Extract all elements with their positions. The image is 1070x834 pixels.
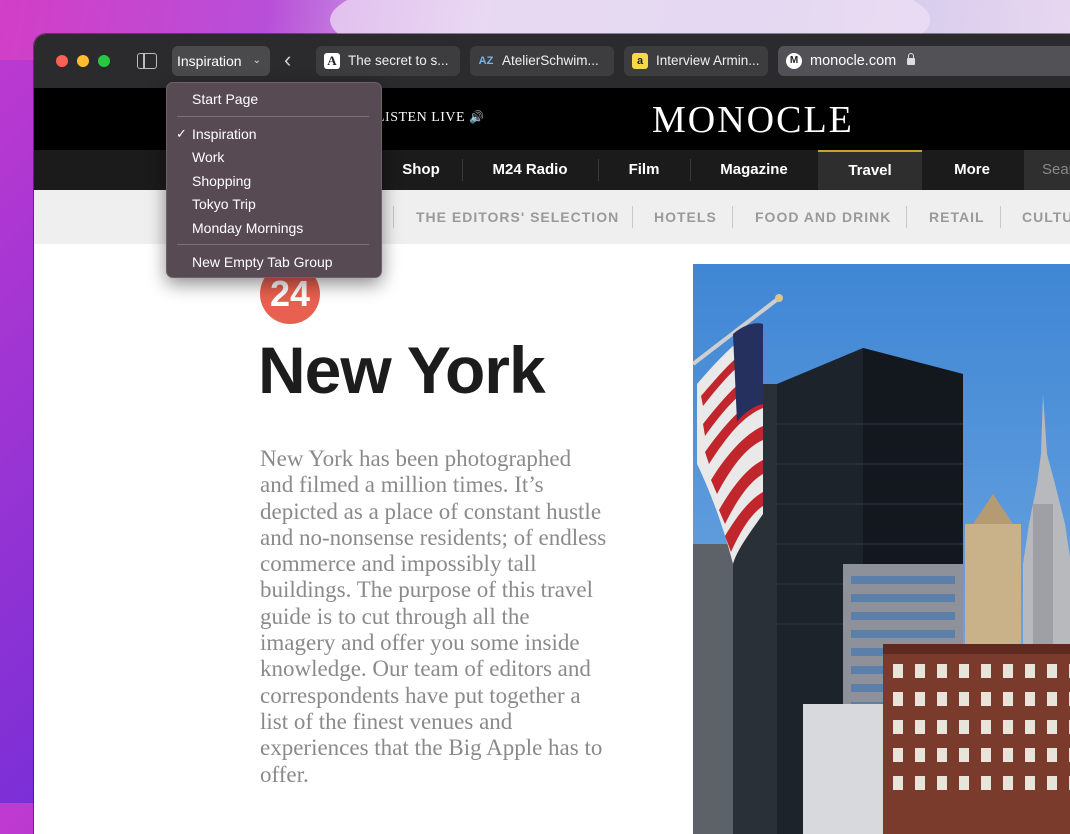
menu-item-work[interactable]: Work [192,149,224,165]
subnav-divider [732,206,733,228]
subnav-culture[interactable]: CULTU [1022,190,1070,244]
tab-title: AtelierSchwim... [502,53,599,68]
tab-2[interactable]: AZ AtelierSchwim... [470,46,614,76]
subnav-divider [906,206,907,228]
minimize-window-button[interactable] [77,55,89,67]
search-input[interactable]: Sear [1024,150,1070,190]
a-favicon: a [632,53,648,69]
sidebar-toggle-icon[interactable] [137,53,157,69]
tab-title: The secret to s... [348,53,449,68]
nav-item-more[interactable]: More [922,150,1022,190]
new-york-photo [693,264,1070,834]
checkmark-icon: ✓ [176,126,187,141]
subnav-retail[interactable]: RETAIL [929,190,985,244]
listen-live-link[interactable]: LISTEN LIVE 🔊 [376,110,485,126]
nav-item-film[interactable]: Film [598,150,690,190]
tab-title: Interview Armin... [656,53,760,68]
tab-1[interactable]: A The secret to s... [316,46,460,76]
address-bar[interactable]: M monocle.com [778,46,1070,76]
AZ-favicon: AZ [478,55,494,67]
nav-item-shop[interactable]: Shop [380,150,462,190]
menu-divider [177,116,369,117]
close-window-button[interactable] [56,55,68,67]
address-text: monocle.com [810,53,897,69]
back-button[interactable]: ‹ [284,48,300,72]
menu-item-tokyo-trip[interactable]: Tokyo Trip [192,196,256,212]
listen-live-label: LISTEN LIVE [376,110,466,125]
tab-group-button[interactable]: Inspiration ⌄ [172,46,270,76]
lock-icon [907,53,916,65]
zoom-window-button[interactable] [98,55,110,67]
chevron-down-icon: ⌄ [252,55,261,66]
nav-item-m24-radio[interactable]: M24 Radio [462,150,598,190]
nav-item-magazine[interactable]: Magazine [690,150,818,190]
subnav-divider [1000,206,1001,228]
article-title: New York [258,333,546,407]
tab-group-label: Inspiration [177,53,242,69]
menu-item-monday-mornings[interactable]: Monday Mornings [192,220,303,236]
tab-group-menu: Start Page ✓ Inspiration Work Shopping T… [166,82,382,278]
subnav-hotels[interactable]: HOTELS [654,190,717,244]
browser-toolbar: Inspiration ⌄ ‹ A The secret to s... AZ … [34,34,1070,88]
menu-item-start-page[interactable]: Start Page [192,91,258,107]
subnav-divider [393,206,394,228]
article-body: New York has been photographed and filme… [260,446,607,787]
subnav-editors-selection[interactable]: THE EDITORS' SELECTION [416,190,619,244]
monocle-favicon: M [786,53,802,69]
menu-item-shopping[interactable]: Shopping [192,173,251,189]
subnav-divider [632,206,633,228]
nav-item-travel[interactable]: Travel [818,150,922,190]
site-logo[interactable]: MONOCLE [652,98,854,142]
A-favicon: A [324,53,340,69]
speaker-icon: 🔊 [469,110,485,124]
tab-3[interactable]: a Interview Armin... [624,46,768,76]
menu-divider [177,244,369,245]
subnav-food-and-drink[interactable]: FOOD AND DRINK [755,190,891,244]
menu-item-new-empty-tab-group[interactable]: New Empty Tab Group [192,254,333,270]
menu-item-inspiration[interactable]: Inspiration [192,126,257,142]
